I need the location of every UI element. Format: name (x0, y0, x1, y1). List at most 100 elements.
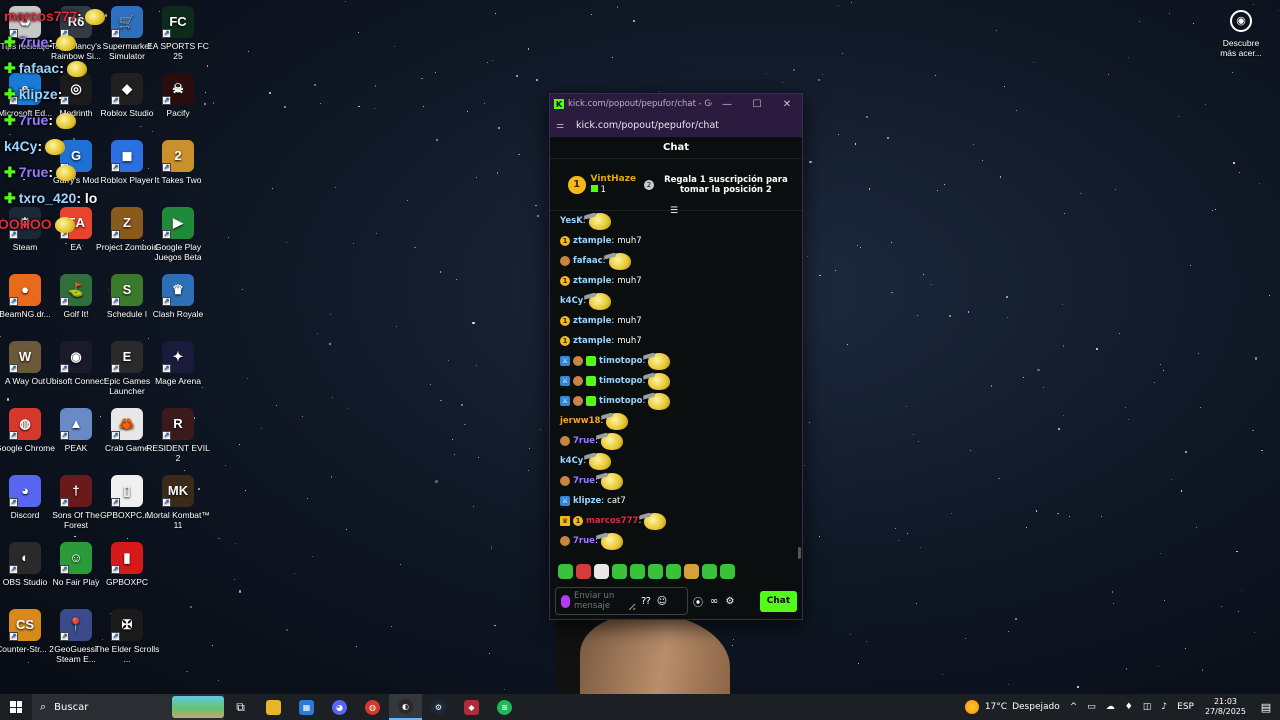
mic-icon[interactable] (561, 594, 570, 608)
clock[interactable]: 21:03 27/8/2025 (1205, 697, 1246, 717)
shield-taskbar-icon[interactable]: ◆ (455, 694, 488, 720)
gear-icon[interactable]: ⚙ (724, 596, 736, 607)
chat-username[interactable]: klipze (573, 496, 601, 506)
emote-icon[interactable] (589, 292, 612, 310)
chat-message[interactable]: 1 ztample: muh7 (560, 331, 796, 351)
emote-icon[interactable] (600, 532, 623, 550)
maximize-button[interactable]: ☐ (742, 99, 772, 110)
weather-icon[interactable] (964, 700, 979, 714)
notification-icon[interactable]: ▤ (1256, 701, 1276, 714)
chat-scrollbar[interactable] (798, 547, 801, 559)
infinity-icon[interactable]: ∞ (708, 596, 720, 607)
chrome-taskbar-icon[interactable]: ◍ (356, 694, 389, 720)
bronze-badge-icon[interactable] (560, 436, 570, 446)
file-explorer-icon[interactable] (257, 694, 290, 720)
chat-message[interactable]: 7rue: (560, 531, 796, 551)
emote-icon[interactable] (644, 512, 667, 530)
chat-message[interactable]: 7rue: (560, 431, 796, 451)
quick-emote-icon[interactable] (666, 563, 681, 579)
chat-message[interactable]: 1 ztample: muh7 (560, 311, 796, 331)
quick-emote-icon[interactable] (684, 563, 699, 579)
desktop-icon[interactable]: 2 ↗ It Takes Two (145, 140, 211, 185)
gift-badge-icon[interactable] (586, 356, 596, 366)
quick-emote-icon[interactable] (702, 563, 717, 579)
chat-username[interactable]: fafaac (573, 256, 603, 266)
coin-badge-icon[interactable]: 1 (560, 236, 570, 246)
chat-message[interactable]: ⚔ timotopo: (560, 391, 796, 411)
send-chat-button[interactable]: Chat (760, 590, 797, 612)
chat-username[interactable]: ztample (573, 336, 611, 346)
desktop-icon[interactable]: R ↗ RESIDENT EVIL 2 (145, 408, 211, 463)
taskbar-search[interactable]: ⌕ Buscar (32, 694, 224, 720)
chevron-up-icon[interactable]: ^ (1070, 702, 1078, 712)
chat-message[interactable]: ♛ 1 marcos777: (560, 511, 796, 531)
desktop-icon[interactable]: FC ↗ EA SPORTS FC 25 (145, 6, 211, 61)
sword-badge-icon[interactable]: ⚔ (560, 356, 570, 366)
coin-badge-icon[interactable]: 1 (560, 336, 570, 346)
steam-taskbar-icon[interactable]: ⚙ (422, 694, 455, 720)
minimize-button[interactable]: — (712, 99, 742, 110)
quick-emote-icon[interactable] (720, 563, 735, 579)
chat-username[interactable]: 7rue (573, 476, 595, 486)
chat-username[interactable]: timotopo (599, 396, 643, 406)
sword-badge-icon[interactable]: ⚔ (560, 396, 570, 406)
chat-username[interactable]: timotopo (599, 376, 643, 386)
chat-username[interactable]: ztample (573, 276, 611, 286)
message-input-box[interactable]: ⁇ ☺ (555, 587, 688, 615)
emote-icon[interactable] (648, 352, 671, 370)
bronze-badge-icon[interactable] (573, 396, 583, 406)
emote-icon[interactable] (589, 452, 612, 470)
pinned-user[interactable]: VintHaze (591, 174, 637, 185)
bronze-badge-icon[interactable] (573, 356, 583, 366)
chat-messages[interactable]: YesK:1 ztample: muh7 fafaac:1 ztample: muh7 k4… (550, 211, 802, 559)
sword-badge-icon[interactable]: ⚔ (560, 376, 570, 386)
site-settings-icon[interactable]: ⚌ (556, 121, 568, 131)
gift-badge-icon[interactable] (586, 376, 596, 386)
gift-badge-icon[interactable] (586, 396, 596, 406)
coin-badge-icon[interactable]: 1 (573, 516, 583, 526)
coin-badge-icon[interactable]: 1 (560, 316, 570, 326)
volume-icon[interactable]: ♪ (1161, 702, 1167, 712)
chat-username[interactable]: k4Cy (560, 456, 583, 466)
chat-message[interactable]: 7rue: (560, 471, 796, 491)
quick-emote-icon[interactable] (648, 563, 663, 579)
language-indicator[interactable]: ESP (1177, 702, 1194, 712)
chat-username[interactable]: 7rue (573, 536, 595, 546)
chat-username[interactable]: 7rue (573, 436, 595, 446)
microphone-icon[interactable]: ♦ (1125, 702, 1133, 712)
translate-icon[interactable]: ⁇ (640, 596, 652, 607)
sword-badge-icon[interactable]: ⚔ (560, 496, 570, 506)
store-icon[interactable]: ▦ (290, 694, 323, 720)
quick-emote-icon[interactable] (594, 563, 609, 579)
task-view-icon[interactable]: ⧉ (224, 694, 257, 720)
desktop-icon[interactable]: ▶ ↗ Google Play Juegos Beta (145, 207, 211, 262)
chat-username[interactable]: k4Cy (560, 296, 583, 306)
chat-username[interactable]: jerww18 (560, 416, 600, 426)
chat-message[interactable]: ⚔ timotopo: (560, 351, 796, 371)
chat-message[interactable]: ⚔ klipze: cat7 (560, 491, 796, 511)
cloud-icon[interactable]: ☁ (1106, 702, 1115, 712)
crown-badge-icon[interactable]: ♛ (560, 516, 570, 526)
quick-emote-icon[interactable] (612, 563, 627, 579)
pinned-gift-leaderboard[interactable]: 1 VintHaze 1 2 Regala 1 suscripción para… (550, 159, 802, 216)
chat-message[interactable]: k4Cy: (560, 291, 796, 311)
quick-emote-icon[interactable] (576, 563, 591, 579)
desktop-icon[interactable]: ✦ ↗ Mage Arena (145, 341, 211, 386)
chat-username[interactable]: timotopo (599, 356, 643, 366)
chat-message[interactable]: jerww18: (560, 411, 796, 431)
spotify-taskbar-icon[interactable]: ≋ (488, 694, 521, 720)
emote-icon[interactable] (608, 252, 631, 270)
weather-temp[interactable]: 17°C (985, 702, 1007, 712)
coin-badge-icon[interactable]: 1 (560, 276, 570, 286)
address-bar[interactable]: ⚌ kick.com/popout/pepufor/chat (550, 114, 802, 137)
bronze-badge-icon[interactable] (573, 376, 583, 386)
chat-message[interactable]: fafaac: (560, 251, 796, 271)
emote-icon[interactable] (648, 392, 671, 410)
quick-emote-icon[interactable] (630, 563, 645, 579)
message-input[interactable] (574, 591, 636, 611)
desktop-icon[interactable]: ♛ ↗ Clash Royale (145, 274, 211, 319)
desktop-icon[interactable]: MK ↗ Mortal Kombat™ 11 (145, 475, 211, 530)
emote-icon[interactable] (588, 212, 611, 230)
emote-icon[interactable] (606, 412, 629, 430)
chat-message[interactable]: YesK: (560, 211, 796, 231)
